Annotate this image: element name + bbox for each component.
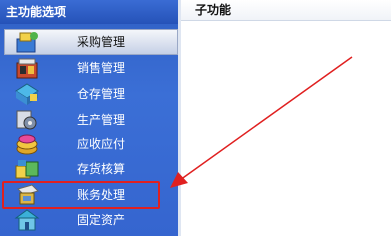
annotation-arrow: [170, 56, 353, 188]
